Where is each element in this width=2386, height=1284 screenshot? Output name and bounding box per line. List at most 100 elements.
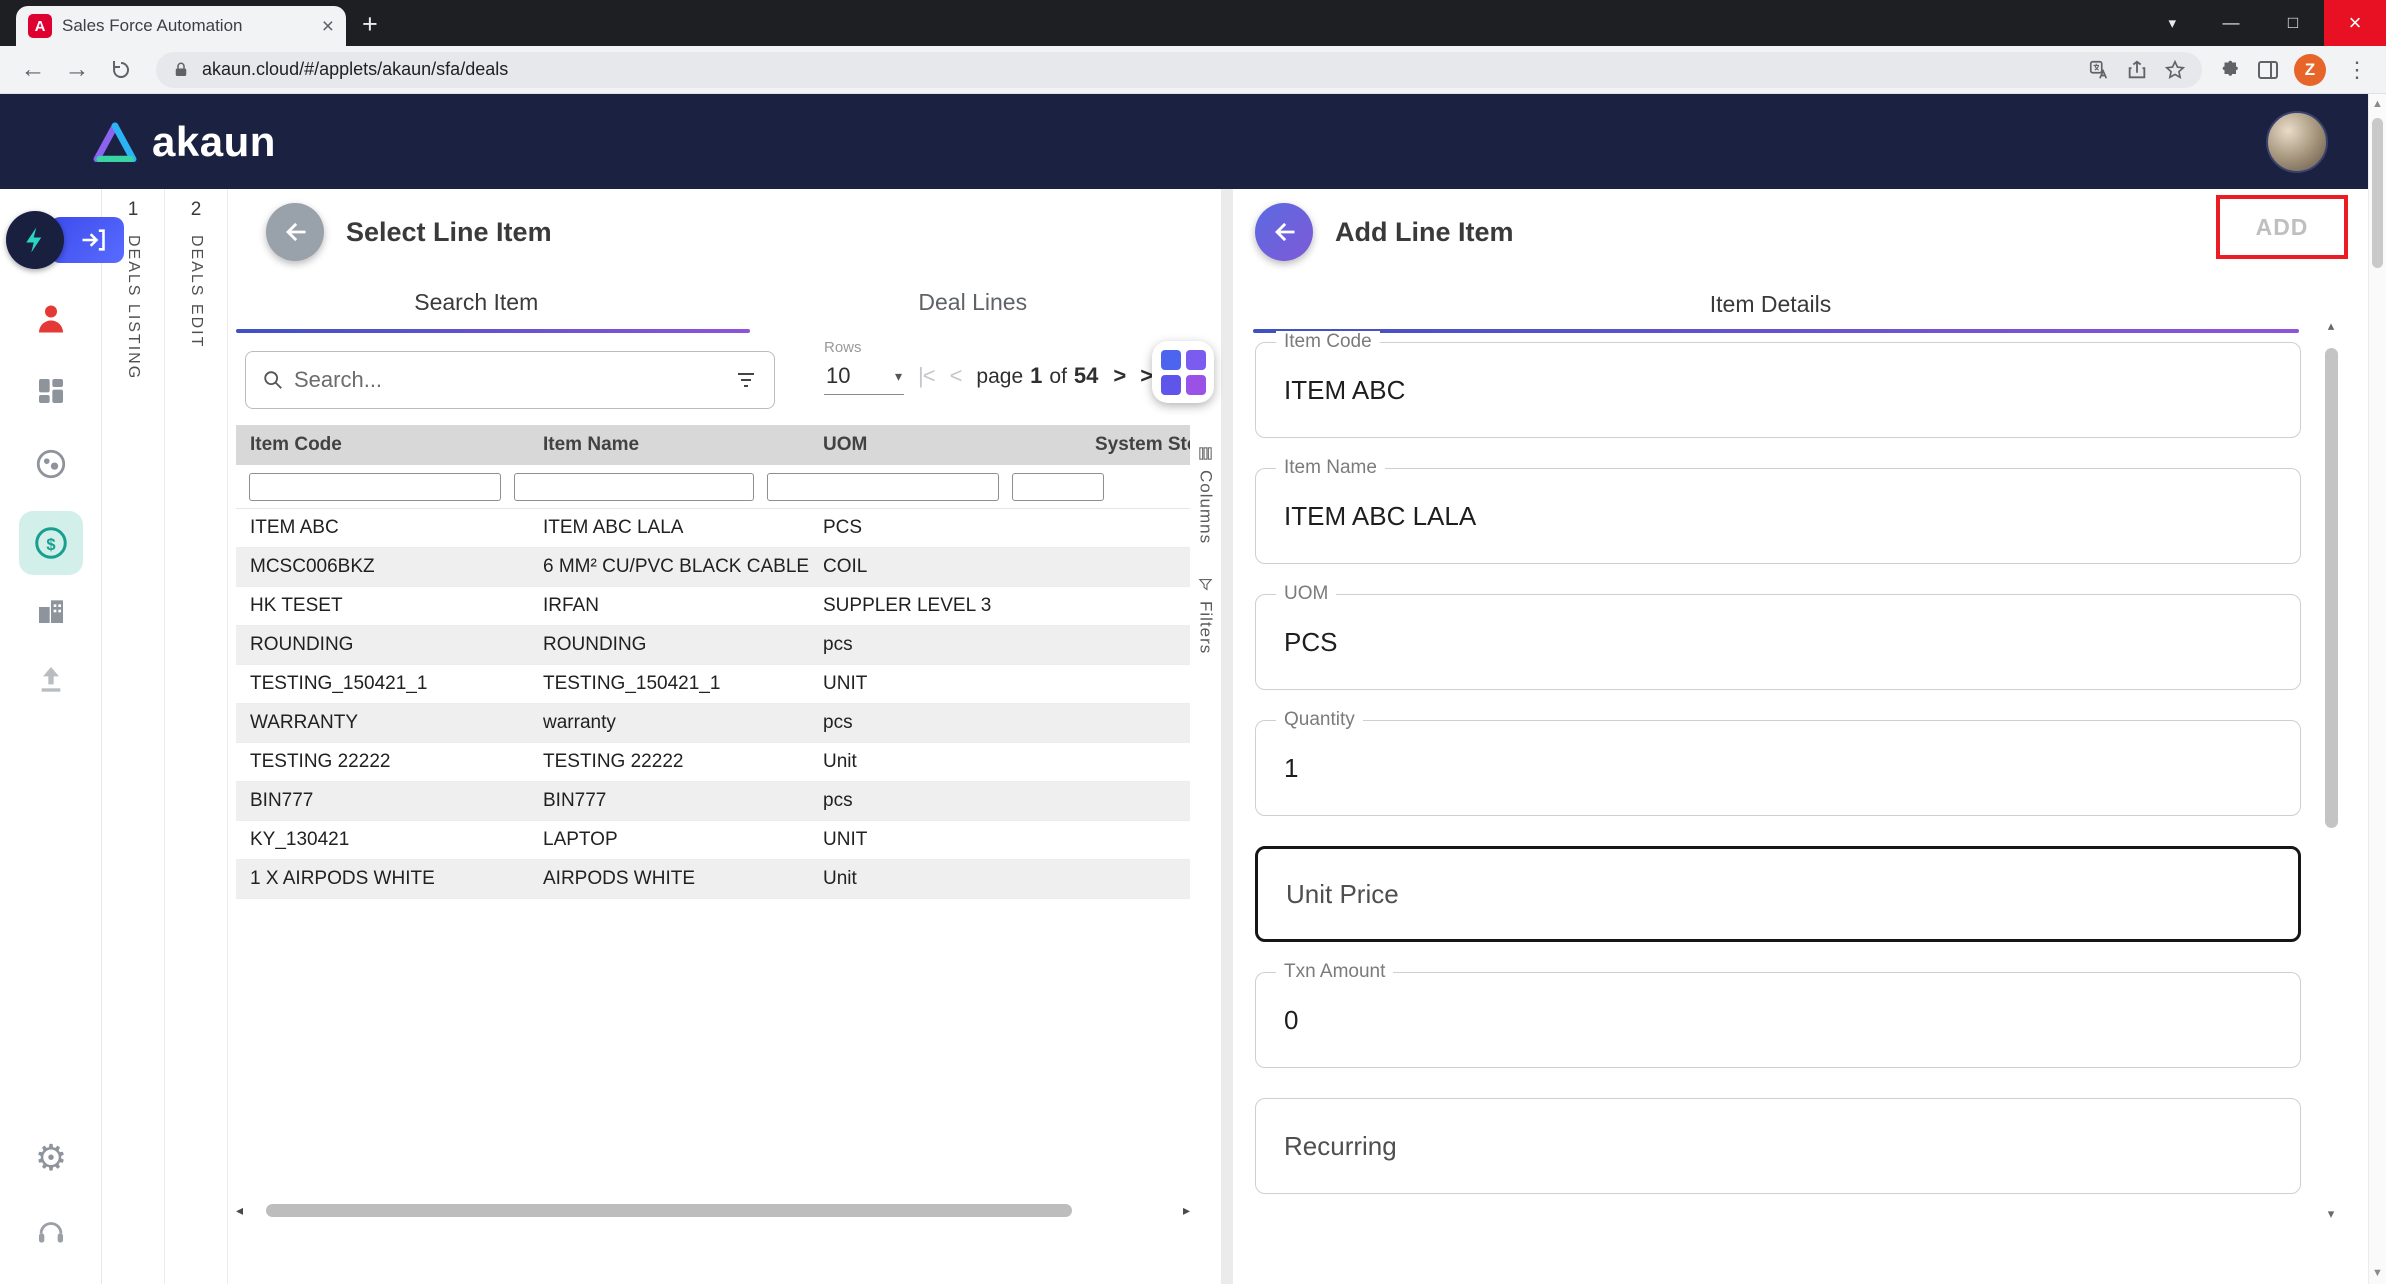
table-horizontal-scrollbar[interactable]: ◂ ▸ <box>236 1201 1190 1219</box>
browser-refresh-icon[interactable] <box>102 51 140 89</box>
user-avatar[interactable] <box>2266 111 2328 173</box>
window-minimize-button[interactable]: — <box>2200 0 2262 46</box>
lock-icon[interactable] <box>172 61 190 79</box>
filter-input-uom[interactable] <box>767 473 999 501</box>
tab-search-item[interactable]: Search Item <box>228 283 725 327</box>
table-row[interactable]: TESTING_150421_1 TESTING_150421_1 UNIT <box>236 665 1190 704</box>
grid-icon <box>1161 350 1181 370</box>
share-icon[interactable] <box>2126 59 2148 81</box>
sidebar-item-sales-active[interactable]: $ <box>0 511 102 575</box>
bookmark-star-icon[interactable] <box>2164 59 2186 81</box>
uom-field[interactable]: UOM PCS <box>1255 594 2301 690</box>
item-name-field[interactable]: Item Name ITEM ABC LALA <box>1255 468 2301 564</box>
table-row[interactable]: ITEM ABC ITEM ABC LALA PCS <box>236 509 1190 548</box>
sidebar-item-analytics[interactable] <box>0 447 102 481</box>
current-page: 1 <box>1030 363 1042 389</box>
filter-input-item-name[interactable] <box>514 473 754 501</box>
search-icon <box>262 369 284 391</box>
back-button[interactable] <box>1255 203 1313 261</box>
window-maximize-button[interactable]: □ <box>2262 0 2324 46</box>
tab-item-details[interactable]: Item Details <box>1233 291 2308 318</box>
app-sidebar: $ ⚙ <box>0 189 102 1284</box>
column-header-item-name[interactable]: Item Name <box>529 434 809 456</box>
sidebar-item-organization[interactable] <box>0 595 102 627</box>
sidebar-item-upload[interactable] <box>0 663 102 695</box>
table-row[interactable]: MCSC006BKZ 6 MM² CU/PVC BLACK CABLE 1...… <box>236 548 1190 587</box>
of-word: of <box>1049 365 1067 389</box>
scroll-up-icon[interactable]: ▴ <box>2328 319 2335 332</box>
browser-tab[interactable]: A Sales Force Automation × <box>16 6 346 46</box>
column-header-system-stock[interactable]: System Stock <box>1081 434 1190 456</box>
hscroll-thumb[interactable] <box>266 1204 1072 1217</box>
table-row[interactable]: HK TESET IRFAN SUPPLER LEVEL 3 <box>236 587 1190 626</box>
tab-close-icon[interactable]: × <box>322 16 334 37</box>
txn-amount-field[interactable]: Txn Amount 0 <box>1255 972 2301 1068</box>
unit-price-field[interactable]: Unit Price <box>1255 846 2301 942</box>
grid-view-button[interactable] <box>1152 341 1214 403</box>
sidebar-item-settings[interactable]: ⚙ <box>0 1137 102 1179</box>
rows-select[interactable]: 10 ▾ <box>824 356 904 395</box>
page-scroll-up-icon[interactable]: ▲ <box>2372 99 2383 110</box>
columns-tool[interactable]: Columns <box>1190 445 1221 544</box>
dollar-coin-icon: $ <box>33 525 69 561</box>
quantity-field[interactable]: Quantity 1 <box>1255 720 2301 816</box>
add-button[interactable]: ADD <box>2256 214 2309 241</box>
browser-profile-avatar[interactable]: Z <box>2294 54 2326 86</box>
first-page-button[interactable]: |< <box>918 365 935 387</box>
table-row[interactable]: WARRANTY warranty pcs <box>236 704 1190 743</box>
arrow-left-icon <box>1270 218 1298 246</box>
page-scrollbar[interactable]: ▲ ▼ <box>2368 94 2386 1284</box>
filter-input-system-stock[interactable] <box>1012 473 1104 501</box>
tab-favicon: A <box>28 14 52 38</box>
column-header-uom[interactable]: UOM <box>809 434 1081 456</box>
scroll-down-icon[interactable]: ▾ <box>2328 1207 2335 1220</box>
table-row[interactable]: 1 X AIRPODS WHITE AIRPODS WHITE Unit <box>236 860 1190 899</box>
panel-title: Select Line Item <box>346 217 552 248</box>
next-page-button[interactable]: > <box>1113 365 1125 387</box>
filters-label: Filters <box>1196 601 1216 654</box>
sidebar-item-active-applet[interactable] <box>6 211 124 269</box>
address-bar[interactable]: akaun.cloud/#/applets/akaun/sfa/deals <box>156 52 2202 88</box>
table-row[interactable]: ROUNDING ROUNDING pcs <box>236 626 1190 665</box>
table-row[interactable]: BIN777 BIN777 pcs <box>236 782 1190 821</box>
column-header-item-code[interactable]: Item Code <box>236 434 529 456</box>
side-panel-icon[interactable] <box>2256 58 2280 82</box>
sidebar-item-support[interactable] <box>0 1215 102 1249</box>
search-input[interactable] <box>294 367 724 393</box>
filter-list-icon[interactable] <box>734 368 758 392</box>
extensions-puzzle-icon[interactable] <box>2218 58 2242 82</box>
pagination: |< < page 1 of 54 > >| <box>918 363 1157 389</box>
screen-tab-deals-edit[interactable]: 2 DEALS EDIT <box>165 189 228 1284</box>
scroll-left-icon[interactable]: ◂ <box>236 1203 252 1217</box>
filter-input-item-code[interactable] <box>249 473 501 501</box>
lightning-bolt-icon <box>6 211 64 269</box>
new-tab-button[interactable]: + <box>362 11 378 38</box>
screen-tab-deals-listing[interactable]: 1 DEALS LISTING <box>102 189 165 1284</box>
prev-page-button[interactable]: < <box>950 365 962 387</box>
table-row[interactable]: KY_130421 LAPTOP UNIT <box>236 821 1190 860</box>
columns-icon <box>1197 445 1214 462</box>
page-scroll-down-icon[interactable]: ▼ <box>2372 1268 2383 1279</box>
window-close-button[interactable]: × <box>2324 0 2386 46</box>
browser-back-icon[interactable]: ← <box>14 51 52 89</box>
table-body: ITEM ABC ITEM ABC LALA PCS MCSC006BKZ 6 … <box>236 509 1190 899</box>
sidebar-item-person-red[interactable] <box>0 301 102 337</box>
scroll-right-icon[interactable]: ▸ <box>1174 1203 1190 1217</box>
back-button[interactable] <box>266 203 324 261</box>
tab-search-chevron-icon[interactable]: ▾ <box>2168 14 2176 32</box>
translate-icon[interactable] <box>2088 59 2110 81</box>
vscroll-thumb[interactable] <box>2325 348 2338 828</box>
sidebar-item-dashboard[interactable] <box>0 375 102 407</box>
filters-tool[interactable]: Filters <box>1190 576 1221 654</box>
browser-menu-icon[interactable]: ⋮ <box>2346 57 2368 83</box>
form-vertical-scrollbar[interactable]: ▴ ▾ <box>2323 319 2339 1220</box>
page-scroll-thumb[interactable] <box>2372 118 2383 268</box>
item-code-field[interactable]: Item Code ITEM ABC <box>1255 342 2301 438</box>
recurring-field[interactable]: Recurring <box>1255 1098 2301 1194</box>
browser-forward-icon[interactable]: → <box>58 51 96 89</box>
tab-title: Sales Force Automation <box>62 16 312 36</box>
table-row[interactable]: TESTING 22222 TESTING 22222 Unit <box>236 743 1190 782</box>
tab-deal-lines[interactable]: Deal Lines <box>725 283 1222 327</box>
field-label: UOM <box>1276 583 1336 605</box>
panel-divider <box>1221 189 1233 1284</box>
